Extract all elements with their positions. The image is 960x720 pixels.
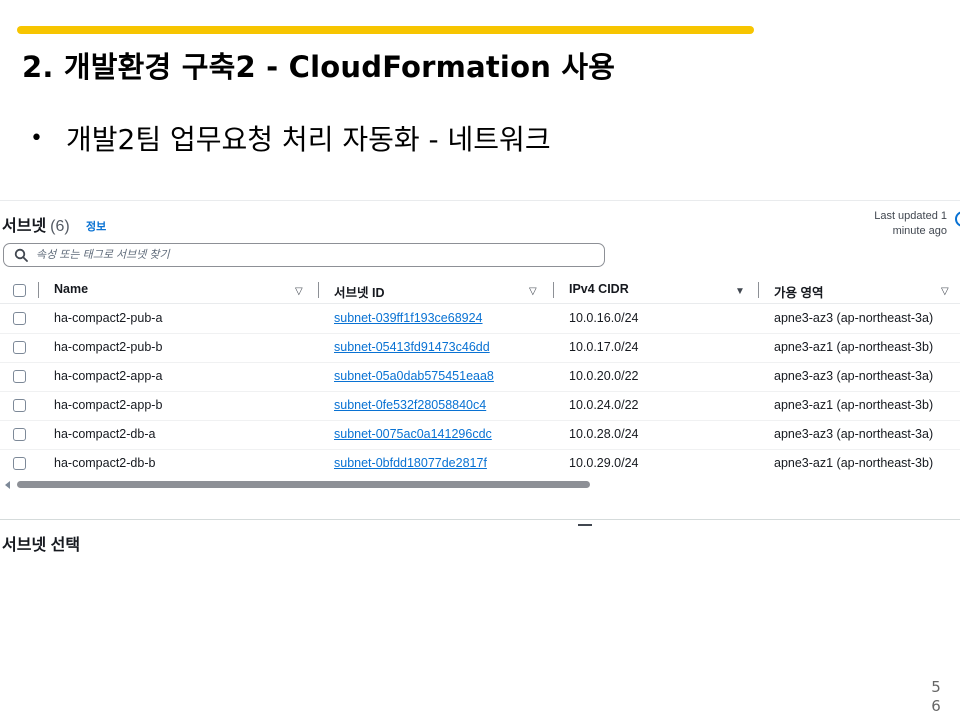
row-checkbox[interactable]	[13, 428, 26, 441]
sort-down-icon[interactable]: ▽	[529, 286, 537, 297]
cell-availability-zone: apne3-az3 (ap-northeast-3a)	[774, 369, 934, 383]
cell-name: ha-compact2-app-a	[54, 369, 163, 383]
sort-down-icon[interactable]: ▽	[295, 286, 303, 297]
last-updated-text: Last updated 1 minute ago	[874, 210, 947, 237]
cell-availability-zone: apne3-az3 (ap-northeast-3a)	[774, 427, 934, 441]
search-box[interactable]	[3, 243, 605, 267]
refresh-icon[interactable]	[955, 211, 960, 227]
cell-ipv4-cidr: 10.0.24.0/22	[569, 398, 639, 412]
column-divider[interactable]	[553, 282, 554, 298]
cell-ipv4-cidr: 10.0.28.0/24	[569, 427, 639, 441]
cell-name: ha-compact2-pub-a	[54, 311, 163, 325]
panel-title-label: 서브넷	[2, 218, 47, 235]
sort-active-down-icon[interactable]: ▼	[735, 286, 745, 297]
page-number: 56	[931, 678, 941, 715]
select-all-checkbox[interactable]	[13, 284, 26, 297]
column-divider[interactable]	[758, 282, 759, 298]
cell-ipv4-cidr: 10.0.20.0/22	[569, 369, 639, 383]
column-header-availability-zone[interactable]: 가용 영역	[774, 282, 823, 301]
bullet-dot-icon: •	[30, 125, 43, 151]
table-row[interactable]: ha-compact2-pub-a subnet-039ff1f193ce689…	[0, 304, 960, 334]
search-icon	[14, 248, 28, 262]
cell-availability-zone: apne3-az1 (ap-northeast-3b)	[774, 456, 934, 470]
table-row[interactable]: ha-compact2-app-a subnet-05a0dab575451ea…	[0, 362, 960, 392]
bullet-item: • 개발2팀 업무요청 처리 자동화 - 네트워크	[30, 118, 551, 158]
column-divider	[38, 282, 39, 298]
cell-subnet-id-link[interactable]: subnet-05a0dab575451eaa8	[334, 369, 494, 383]
column-header-ipv4-cidr[interactable]: IPv4 CIDR	[569, 282, 629, 296]
cell-ipv4-cidr: 10.0.16.0/24	[569, 311, 639, 325]
subnet-count: (6)	[50, 218, 70, 235]
cell-ipv4-cidr: 10.0.17.0/24	[569, 340, 639, 354]
title-accent-bar	[17, 26, 754, 34]
cell-availability-zone: apne3-az3 (ap-northeast-3a)	[774, 311, 934, 325]
table-row[interactable]: ha-compact2-db-a subnet-0075ac0a141296cd…	[0, 420, 960, 450]
table-row[interactable]: ha-compact2-db-b subnet-0bfdd18077de2817…	[0, 449, 960, 478]
selection-panel-title: 서브넷 선택	[2, 537, 81, 554]
cell-ipv4-cidr: 10.0.29.0/24	[569, 456, 639, 470]
column-header-name[interactable]: Name	[54, 282, 88, 296]
row-checkbox[interactable]	[13, 399, 26, 412]
cell-subnet-id-link[interactable]: subnet-0075ac0a141296cdc	[334, 427, 492, 441]
bullet-text: 개발2팀 업무요청 처리 자동화 - 네트워크	[66, 123, 551, 156]
row-checkbox[interactable]	[13, 457, 26, 470]
cell-name: ha-compact2-db-a	[54, 427, 156, 441]
row-checkbox[interactable]	[13, 370, 26, 383]
row-checkbox[interactable]	[13, 341, 26, 354]
cell-name: ha-compact2-db-b	[54, 456, 156, 470]
slide-title: 2. 개발환경 구축2 - CloudFormation 사용	[22, 50, 616, 84]
sort-down-icon[interactable]: ▽	[941, 286, 949, 297]
table-row[interactable]: ha-compact2-pub-b subnet-05413fd91473c46…	[0, 333, 960, 363]
panel-title: 서브넷 (6)	[2, 212, 70, 236]
scroll-left-icon[interactable]	[5, 481, 10, 489]
search-input[interactable]	[36, 246, 596, 264]
cell-availability-zone: apne3-az1 (ap-northeast-3b)	[774, 340, 934, 354]
column-divider[interactable]	[318, 282, 319, 298]
horizontal-scrollbar[interactable]	[17, 481, 590, 488]
info-link[interactable]: 정보	[86, 218, 106, 234]
cell-name: ha-compact2-pub-b	[54, 340, 163, 354]
cell-subnet-id-link[interactable]: subnet-05413fd91473c46dd	[334, 340, 490, 354]
cell-subnet-id-link[interactable]: subnet-0fe532f28058840c4	[334, 398, 486, 412]
table-header: Name ▽ 서브넷 ID ▽ IPv4 CIDR ▼ 가용 영역 ▽	[0, 279, 960, 304]
split-panel-handle[interactable]	[578, 524, 592, 526]
subnets-panel: 서브넷(6) 정보 Last updated 1 minute ago Name…	[0, 200, 960, 520]
cell-name: ha-compact2-app-b	[54, 398, 163, 412]
row-checkbox[interactable]	[13, 312, 26, 325]
table-row[interactable]: ha-compact2-app-b subnet-0fe532f28058840…	[0, 391, 960, 421]
cell-subnet-id-link[interactable]: subnet-0bfdd18077de2817f	[334, 456, 487, 470]
column-header-subnet-id[interactable]: 서브넷 ID	[334, 282, 384, 301]
cell-availability-zone: apne3-az1 (ap-northeast-3b)	[774, 398, 934, 412]
cell-subnet-id-link[interactable]: subnet-039ff1f193ce68924	[334, 311, 483, 325]
